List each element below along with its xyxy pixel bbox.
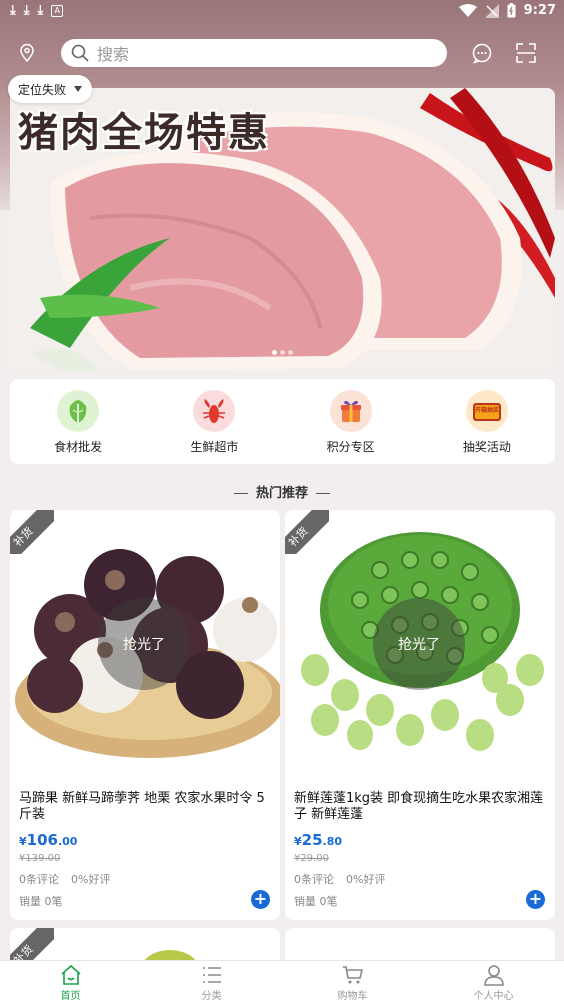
- location-label: 定位失败: [18, 82, 67, 97]
- top-header: 搜索: [0, 38, 564, 68]
- category-label: 抽奖活动: [462, 440, 511, 454]
- battery-icon: [507, 3, 516, 18]
- dropdown-arrow-icon: [74, 86, 83, 92]
- original-price: ¥139.00: [19, 853, 61, 864]
- category-label: 生鲜超市: [190, 440, 239, 454]
- location-selector[interactable]: 定位失败: [8, 75, 93, 103]
- clock: 9:27: [523, 3, 556, 18]
- review-stats: 0条评论 0%好评: [294, 873, 386, 886]
- status-bar: ⤓ ⤓ ⤓ A 9:27: [0, 0, 564, 24]
- download-icon: ⤓: [37, 3, 44, 18]
- restock-ribbon: 补货: [285, 510, 329, 554]
- carousel-dot: [280, 350, 285, 355]
- product-title[interactable]: 新鲜莲蓬1kg装 即食现摘生吃水果农家湘莲子 新鲜莲蓬: [294, 791, 546, 823]
- divider: [233, 493, 248, 494]
- category-food-wholesale[interactable]: 食材批发: [10, 379, 146, 464]
- carousel-dot: [288, 350, 293, 355]
- app-notification-icon: A: [51, 5, 64, 17]
- bottom-tab-bar: 首页 分类 购物车 个人中心: [0, 960, 564, 1002]
- download-icon: ⤓: [10, 3, 16, 18]
- list-icon: [202, 967, 221, 983]
- restock-ribbon: 补货: [10, 510, 54, 554]
- tab-profile[interactable]: 个人中心: [423, 961, 564, 1002]
- carousel-dot: [272, 350, 277, 355]
- add-to-cart-button[interactable]: +: [251, 890, 270, 909]
- tab-home[interactable]: 首页: [0, 961, 141, 1002]
- carousel-indicator: [272, 350, 293, 355]
- banner-title: 猪肉全场特惠: [18, 110, 270, 156]
- scan-icon[interactable]: [515, 42, 537, 64]
- promo-banner[interactable]: 猪肉全场特惠: [10, 88, 555, 370]
- vegetable-icon: [57, 390, 100, 432]
- soldout-badge: 抢光了: [98, 598, 190, 690]
- wifi-icon: [458, 3, 477, 17]
- message-icon[interactable]: [471, 42, 493, 64]
- category-lottery[interactable]: 开箱抽奖 抽奖活动: [419, 379, 555, 464]
- product-card[interactable]: 补货 抢光了 新鲜莲蓬1kg装 即食现摘生吃水果农家湘莲子 新鲜莲蓬 ¥25.8…: [285, 510, 555, 920]
- product-price: ¥25.80: [294, 831, 343, 849]
- add-to-cart-button[interactable]: +: [526, 890, 545, 909]
- home-icon: [60, 964, 81, 985]
- soldout-badge: 抢光了: [373, 598, 465, 690]
- lottery-icon: 开箱抽奖: [465, 390, 508, 432]
- tab-cart[interactable]: 购物车: [282, 961, 423, 1002]
- product-title[interactable]: 马蹄果 新鲜马蹄荸荠 地栗 农家水果时令 5斤装: [19, 791, 271, 823]
- sales-count: 销量 0笔: [294, 895, 338, 908]
- category-label: 食材批发: [54, 440, 103, 454]
- tab-category[interactable]: 分类: [141, 961, 282, 1002]
- review-stats: 0条评论 0%好评: [19, 873, 111, 886]
- no-signal-icon: [484, 3, 499, 18]
- location-pin-icon[interactable]: [18, 43, 36, 63]
- category-bar: 食材批发 生鲜超市 积分专区 开箱抽奖 抽奖活动: [10, 379, 555, 464]
- search-placeholder: 搜索: [97, 45, 130, 64]
- gift-icon: [329, 390, 372, 432]
- sales-count: 销量 0笔: [19, 895, 63, 908]
- product-card[interactable]: 补货 抢光了 马蹄果 新鲜马蹄荸荠 地栗 农家水果时令 5斤装 ¥106.00 …: [10, 510, 280, 920]
- original-price: ¥29.00: [294, 853, 329, 864]
- lobster-icon: [193, 390, 236, 432]
- svg-text:开箱抽奖: 开箱抽奖: [475, 406, 499, 414]
- product-price: ¥106.00: [19, 831, 78, 849]
- divider: [316, 493, 330, 494]
- search-input[interactable]: 搜索: [61, 39, 447, 67]
- category-label: 积分专区: [326, 440, 375, 454]
- category-fresh-market[interactable]: 生鲜超市: [146, 379, 282, 464]
- download-icon: ⤓: [23, 3, 30, 18]
- section-title: 热门推荐: [0, 482, 564, 501]
- search-icon: [71, 44, 89, 62]
- cart-icon: [342, 966, 363, 984]
- category-points-zone[interactable]: 积分专区: [283, 379, 419, 464]
- user-icon: [483, 965, 504, 986]
